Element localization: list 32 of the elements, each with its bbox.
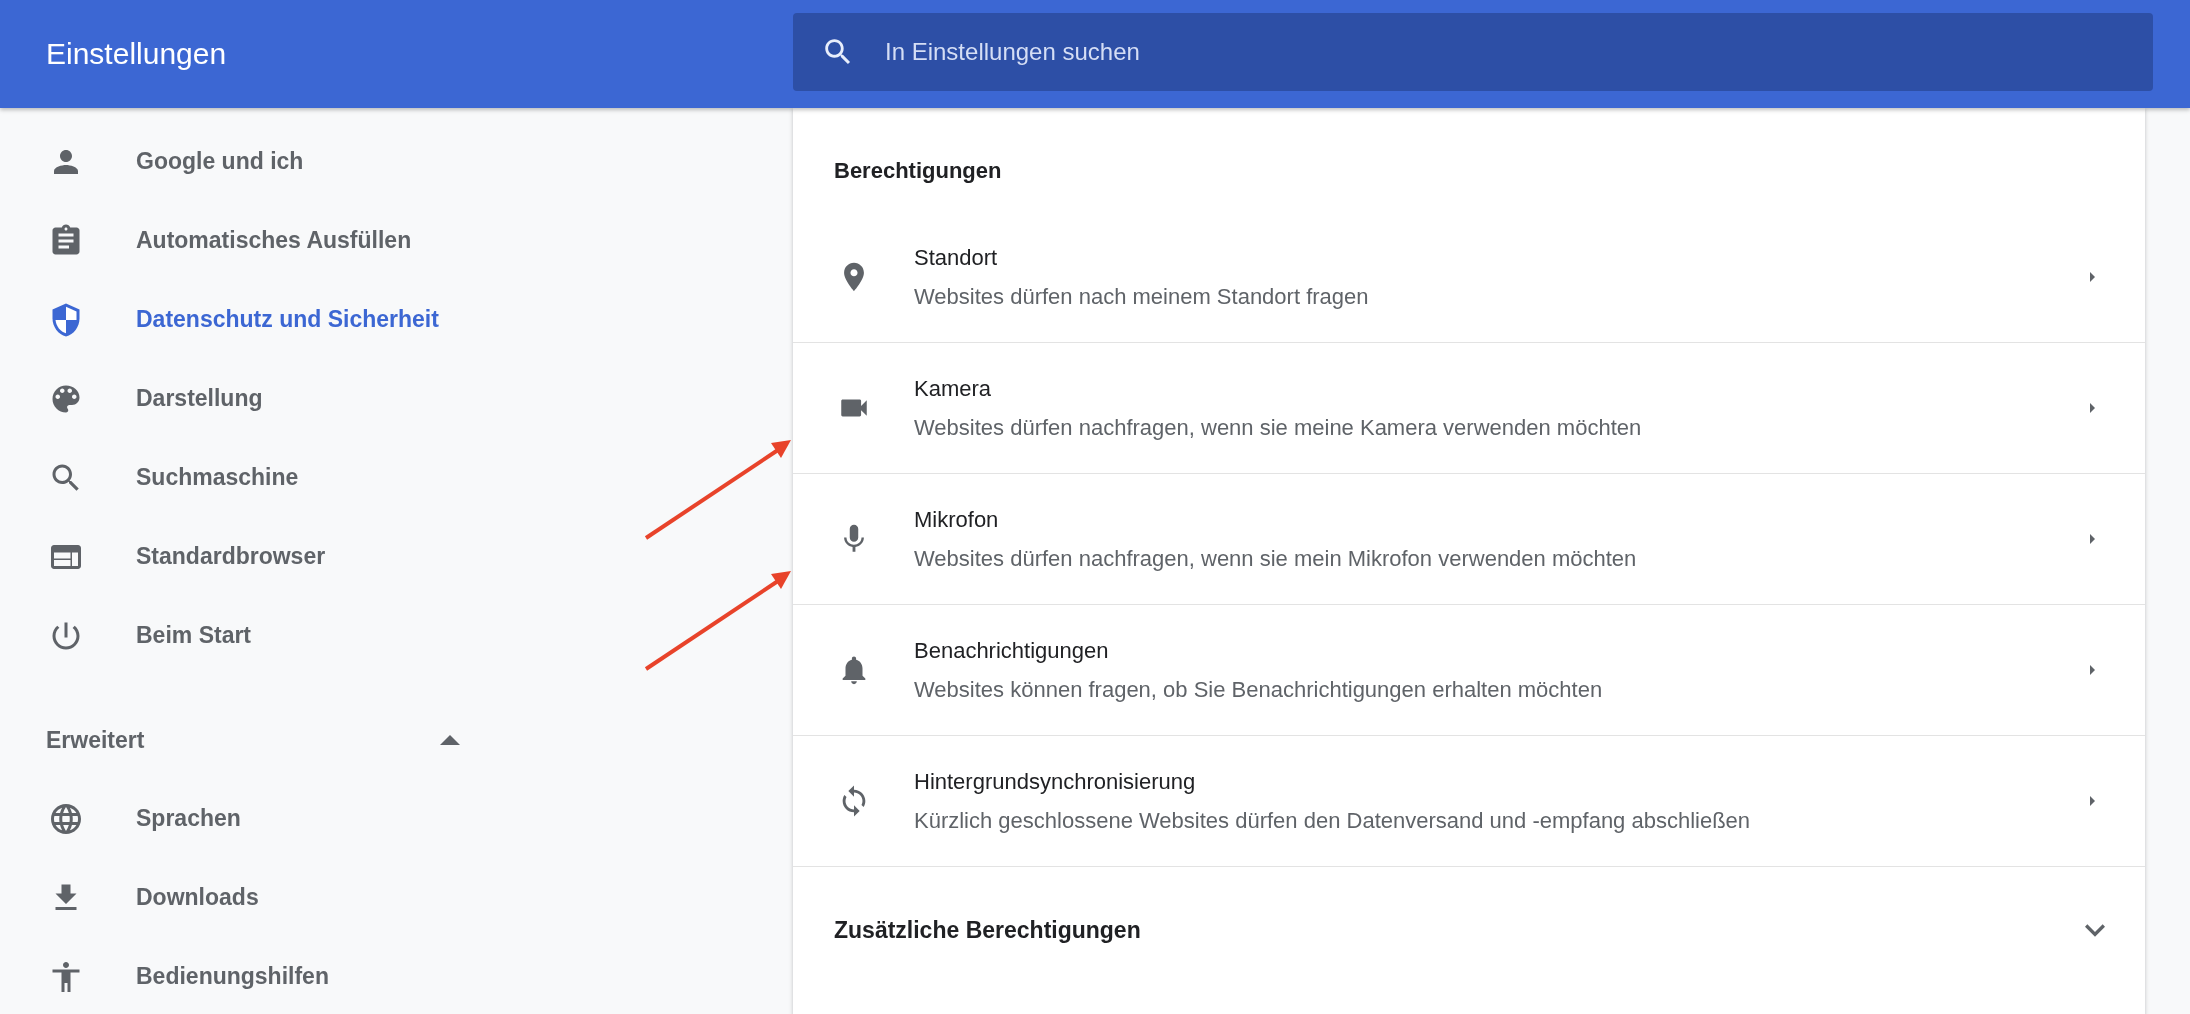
permission-row[interactable]: Standort Websites dürfen nach meinem Standort fragen (793, 212, 2145, 343)
permission-title: Benachrichtigungen (914, 637, 1110, 664)
sidebar-item[interactable]: Downloads (0, 858, 275, 937)
permission-description: Websites dürfen nachfragen, wenn sie mein Mikrofon verwenden möchten (914, 545, 1638, 572)
permission-description: Websites dürfen nachfragen, wenn sie meine Kamera verwenden möchten (914, 414, 1643, 441)
sidebar-item[interactable]: Automatisches Ausfüllen (0, 201, 428, 280)
section-title: Berechtigungen (833, 157, 1003, 185)
sidebar-item[interactable]: Datenschutz und Sicherheit (0, 280, 455, 359)
chevron-icon (2085, 923, 2105, 937)
permission-description: Kürzlich geschlossene Websites dürfen den Datenversand und -empfang abschließen (914, 807, 1752, 834)
page-title: Einstellungen (45, 37, 228, 71)
permission-row[interactable]: Hintergrundsynchronisierung Kürzlich geschlossene Websites dürfen den Datenversand und -empfang abschließen (793, 736, 2145, 867)
permission-description: Websites dürfen nach meinem Standort fragen (914, 283, 1370, 310)
sidebar-item[interactable]: Standardbrowser (0, 517, 342, 596)
permission-row[interactable]: Mikrofon Websites dürfen nachfragen, wenn sie mein Mikrofon verwenden möchten (793, 474, 2145, 605)
sidebar-item[interactable]: Bedienungshilfen (0, 937, 345, 1014)
permission-row[interactable]: Kamera Websites dürfen nachfragen, wenn sie meine Kamera verwenden möchten (793, 343, 2145, 474)
sidebar-item[interactable]: Darstellung (0, 359, 279, 438)
sidebar-item[interactable]: Beim Start (0, 596, 268, 675)
sidebar-item[interactable]: Google und ich (0, 122, 320, 201)
sidebar-item[interactable]: Sprachen (0, 779, 257, 858)
permission-title: Hintergrundsynchronisierung (914, 768, 1197, 795)
permission-row[interactable]: Benachrichtigungen Websites können fragen, ob Sie Benachrichtigungen erhalten möchten (793, 605, 2145, 736)
permission-title: Standort (914, 244, 999, 271)
permission-description: Websites können fragen, ob Sie Benachrichtigungen erhalten möchten (914, 676, 1604, 703)
search-field[interactable]: In Einstellungen suchen (793, 13, 2153, 91)
sidebar-item[interactable]: Suchmaschine (0, 438, 315, 517)
additional-permissions-toggle[interactable]: Zusätzliche Berechtigungen (793, 867, 2145, 993)
advanced-section-toggle[interactable]: Erweitert (0, 701, 466, 779)
permission-title: Mikrofon (914, 506, 1000, 533)
caret-icon (440, 735, 460, 745)
permission-title: Kamera (914, 375, 993, 402)
